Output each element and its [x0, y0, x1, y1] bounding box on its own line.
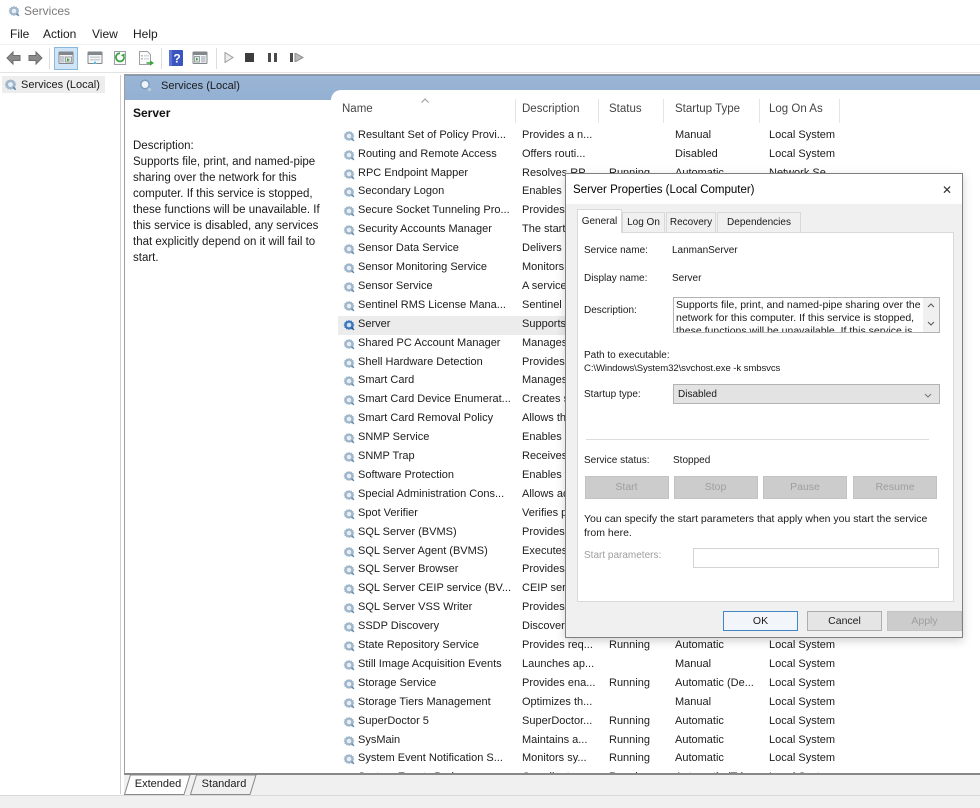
svg-text:?: ? [173, 52, 180, 66]
